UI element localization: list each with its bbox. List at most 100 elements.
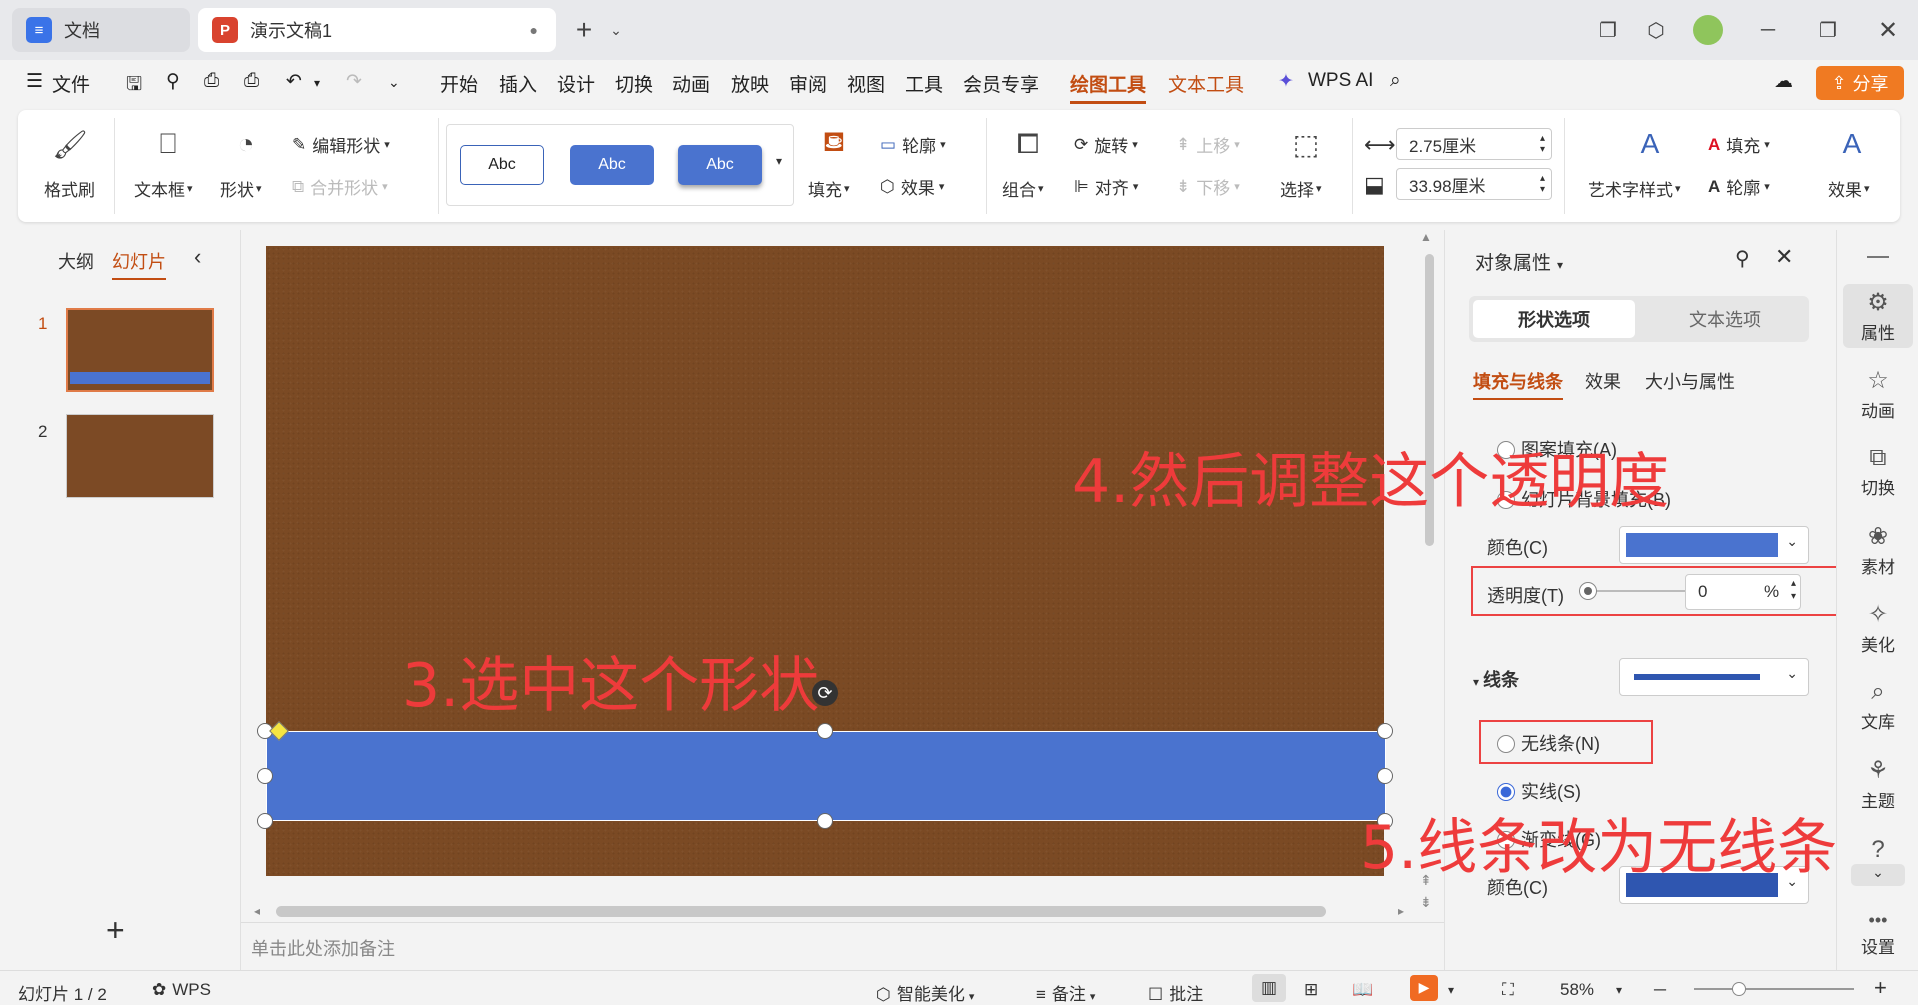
expand-sidebar-icon[interactable]: ⌄ bbox=[1851, 864, 1905, 886]
fill-color-picker[interactable]: ⌄ bbox=[1619, 526, 1809, 564]
horizontal-scrollbar[interactable] bbox=[276, 906, 1326, 917]
scroll-left-icon[interactable]: ◂ bbox=[254, 904, 260, 918]
menu-file[interactable]: 文件 bbox=[52, 70, 90, 97]
more-icon[interactable]: ⌄ bbox=[388, 74, 400, 91]
print-icon[interactable]: ⎙ bbox=[204, 70, 219, 92]
zoom-dropdown-icon[interactable]: ▾ bbox=[1616, 983, 1622, 997]
fill-button[interactable]: 填充 ▾ bbox=[808, 176, 850, 201]
style-filled[interactable]: Abc bbox=[570, 145, 654, 185]
slide-thumbnail-1[interactable] bbox=[66, 308, 214, 392]
comments-button[interactable]: ☐ 批注 bbox=[1148, 980, 1203, 1005]
reading-view-icon[interactable]: 📖 bbox=[1352, 980, 1373, 1000]
zoom-slider[interactable] bbox=[1694, 988, 1854, 990]
width-input[interactable]: 33.98厘米 ▴ ▾ bbox=[1396, 168, 1552, 200]
collapse-sidebar-icon[interactable] bbox=[1867, 256, 1889, 258]
scroll-right-icon[interactable]: ▸ bbox=[1398, 904, 1404, 918]
sorter-view-icon[interactable]: ⊞ bbox=[1304, 980, 1318, 1000]
menu-tools[interactable]: 工具 bbox=[905, 70, 943, 97]
menu-view[interactable]: 视图 bbox=[847, 70, 885, 97]
menu-slideshow[interactable]: 放映 bbox=[731, 70, 769, 97]
resize-handle[interactable] bbox=[257, 768, 273, 784]
maximize-icon[interactable]: ❐ bbox=[1812, 14, 1844, 46]
zoom-out-icon[interactable]: ─ bbox=[1654, 980, 1666, 1000]
tab-outline[interactable]: 大纲 bbox=[58, 248, 94, 274]
undo-dropdown-icon[interactable]: ▾ bbox=[314, 76, 320, 90]
wps-status[interactable]: ✿ WPS bbox=[152, 980, 211, 1000]
group-button[interactable]: 组合 ▾ bbox=[1002, 176, 1044, 201]
line-section-header[interactable]: ▾ 线条 bbox=[1473, 666, 1519, 692]
redo-icon[interactable]: ↷ bbox=[346, 70, 362, 93]
menu-animation[interactable]: 动画 bbox=[672, 70, 710, 97]
collapse-panel-icon[interactable]: ‹ bbox=[194, 244, 201, 270]
menu-wps-ai[interactable]: WPS AI bbox=[1308, 70, 1373, 92]
style-shadow[interactable]: Abc bbox=[678, 145, 762, 185]
textbox-button[interactable]: 文本框 ▾ bbox=[134, 176, 193, 201]
sidebar-beautify[interactable]: ✧ 美化 bbox=[1837, 600, 1918, 656]
close-panel-icon[interactable]: ✕ bbox=[1775, 244, 1793, 270]
style-outline[interactable]: Abc bbox=[460, 145, 544, 185]
search-icon[interactable]: ⌕ bbox=[1390, 70, 1401, 92]
normal-view-icon[interactable]: ▥ bbox=[1252, 974, 1286, 1002]
menu-design[interactable]: 设计 bbox=[557, 70, 595, 97]
height-input[interactable]: 2.75厘米 ▴ ▾ bbox=[1396, 128, 1552, 160]
resize-handle[interactable] bbox=[817, 813, 833, 829]
sidebar-properties[interactable]: ⚙ 属性 bbox=[1843, 284, 1913, 348]
resize-handle[interactable] bbox=[1377, 768, 1393, 784]
format-painter-button[interactable]: 格式刷 bbox=[44, 176, 95, 201]
outline-button[interactable]: ▭ 轮廓 ▾ bbox=[880, 132, 946, 157]
align-button[interactable]: ⊫ 对齐 ▾ bbox=[1074, 174, 1138, 199]
menu-insert[interactable]: 插入 bbox=[499, 70, 537, 97]
menu-home[interactable]: 开始 bbox=[440, 70, 478, 97]
sidebar-library[interactable]: ⌕ 文库 bbox=[1837, 678, 1918, 733]
pin-icon[interactable]: ⚲ bbox=[166, 70, 180, 93]
move-down-button[interactable]: ⇟ 下移 ▾ bbox=[1176, 174, 1240, 199]
tab-slides[interactable]: 幻灯片 bbox=[112, 248, 166, 280]
add-slide-icon[interactable]: + bbox=[106, 912, 125, 949]
effect-button[interactable]: ⬡ 效果 ▾ bbox=[880, 174, 944, 199]
cube-icon[interactable]: ⬡ bbox=[1640, 14, 1672, 46]
menu-text-tools[interactable]: 文本工具 bbox=[1168, 70, 1244, 97]
avatar[interactable] bbox=[1693, 15, 1723, 45]
text-fill-button[interactable]: A 填充 ▾ bbox=[1708, 132, 1770, 157]
notes-area[interactable]: 单击此处添加备注 bbox=[241, 922, 1444, 970]
cloud-upload-icon[interactable]: ☁ bbox=[1774, 70, 1793, 93]
close-icon[interactable]: ✕ bbox=[1872, 14, 1904, 46]
rotate-button[interactable]: ⟳ 旋转 ▾ bbox=[1074, 132, 1138, 157]
text-effect-button[interactable]: 效果 ▾ bbox=[1828, 176, 1870, 201]
edit-shape-button[interactable]: ✎ 编辑形状 ▾ bbox=[292, 132, 390, 157]
merge-shape-button[interactable]: ⧉ 合并形状 ▾ bbox=[292, 174, 388, 199]
transparency-slider-thumb[interactable] bbox=[1579, 582, 1597, 600]
resize-handle[interactable] bbox=[257, 813, 273, 829]
tab-documents[interactable]: ≡ 文档 bbox=[12, 8, 190, 52]
resize-handle[interactable] bbox=[817, 723, 833, 739]
tab-shape-options[interactable]: 形状选项 bbox=[1473, 300, 1635, 338]
chevron-down-icon[interactable]: ⌄ bbox=[600, 14, 632, 46]
no-line-radio[interactable]: 无线条(N) bbox=[1497, 730, 1600, 756]
scroll-next-icon[interactable]: ⇟ bbox=[1420, 894, 1432, 911]
menu-transition[interactable]: 切换 bbox=[615, 70, 653, 97]
subtab-effect[interactable]: 效果 bbox=[1585, 368, 1621, 394]
solid-line-radio[interactable]: 实线(S) bbox=[1497, 778, 1581, 804]
undo-icon[interactable]: ↶ bbox=[286, 70, 302, 93]
menu-drawing-tools[interactable]: 绘图工具 bbox=[1070, 70, 1147, 104]
hamburger-icon[interactable]: ☰ bbox=[26, 70, 43, 93]
window-restore-icon[interactable]: ❐ bbox=[1592, 14, 1624, 46]
play-dropdown-icon[interactable]: ▾ bbox=[1448, 983, 1454, 997]
sidebar-settings[interactable]: ••• 设置 bbox=[1837, 910, 1918, 958]
sidebar-animation[interactable]: ☆ 动画 bbox=[1837, 366, 1918, 422]
tab-text-options[interactable]: 文本选项 bbox=[1645, 300, 1805, 338]
resize-handle[interactable] bbox=[1377, 723, 1393, 739]
pin-panel-icon[interactable]: ⚲ bbox=[1735, 246, 1750, 271]
transparency-input[interactable]: 0 % ▴ ▾ bbox=[1685, 574, 1801, 610]
tab-presentation[interactable]: P 演示文稿1 ● bbox=[198, 8, 556, 52]
share-button[interactable]: ⇪ 分享 bbox=[1816, 66, 1904, 100]
new-tab-icon[interactable]: + bbox=[568, 14, 600, 46]
zoom-slider-thumb[interactable] bbox=[1732, 982, 1746, 996]
slide-thumbnail-2[interactable] bbox=[66, 414, 214, 498]
fit-window-icon[interactable]: ⛶ bbox=[1502, 980, 1514, 1000]
subtab-size-properties[interactable]: 大小与属性 bbox=[1645, 368, 1735, 394]
zoom-level[interactable]: 58% bbox=[1560, 980, 1594, 1000]
art-style-button[interactable]: 艺术字样式 ▾ bbox=[1588, 176, 1681, 201]
gallery-more-icon[interactable]: ▾ bbox=[776, 154, 782, 168]
play-slideshow-icon[interactable]: ▶ bbox=[1410, 975, 1438, 1001]
